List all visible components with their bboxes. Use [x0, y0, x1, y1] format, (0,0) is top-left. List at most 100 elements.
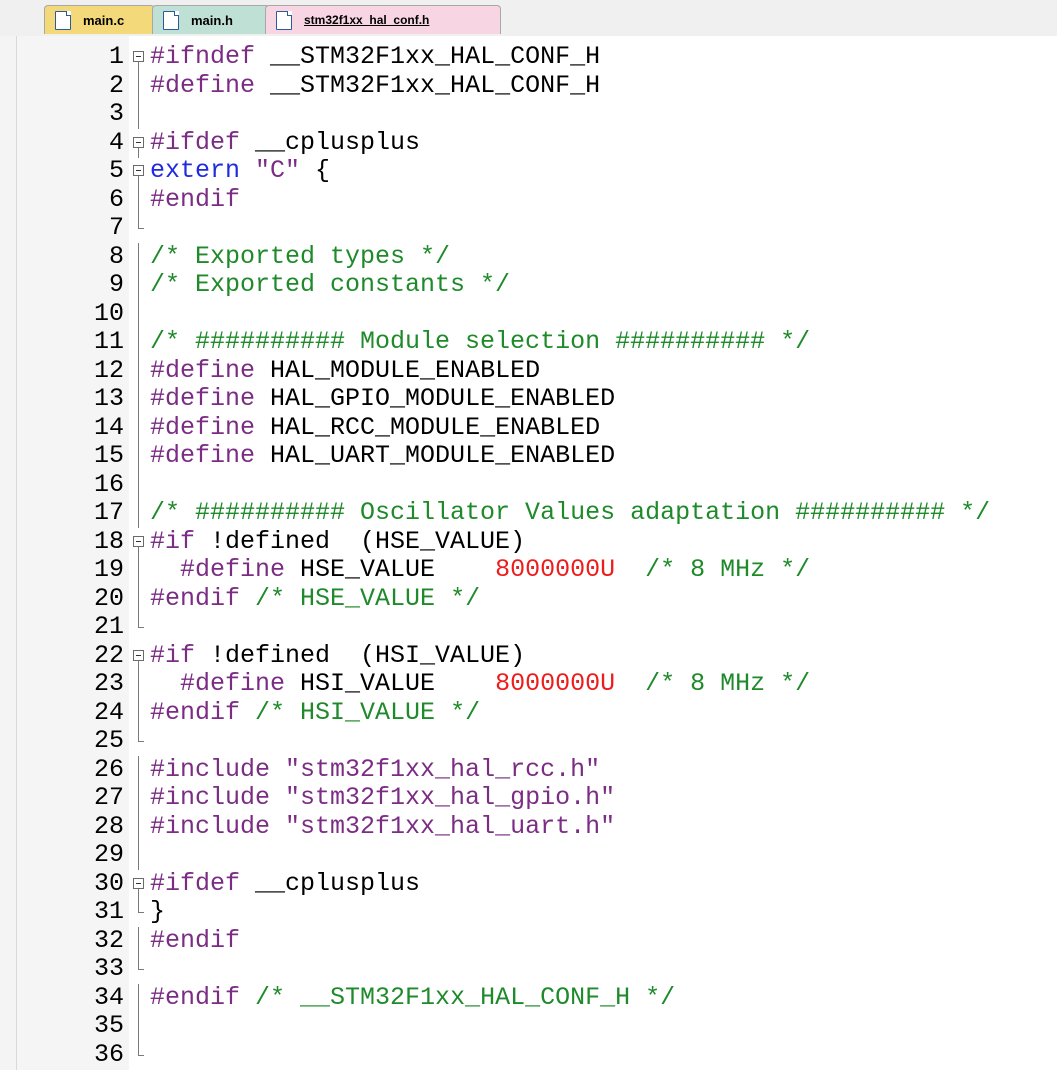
line-number: 30 — [93, 868, 124, 898]
code-text: #include "stm32f1xx_hal_uart.h" — [150, 811, 615, 842]
line-number: 35 — [93, 1011, 124, 1040]
code-line[interactable]: 11 /* ########## Module selection #######… — [17, 327, 1057, 357]
code-line[interactable]: 25 — [17, 726, 1057, 756]
fold-end-marker — [132, 214, 146, 243]
code-line[interactable]: 14 #define HAL_RCC_MODULE_ENABLED — [17, 412, 1057, 443]
code-line[interactable]: 24 #endif /* HSI_VALUE */ — [17, 697, 1057, 728]
fold-end-marker — [132, 898, 146, 927]
code-token: #define — [150, 355, 271, 385]
tab-main-h[interactable]: main.h — [152, 5, 270, 34]
line-number: 11 — [93, 327, 124, 356]
code-line[interactable]: 7 — [17, 213, 1057, 243]
code-line[interactable]: 34 #endif /* __STM32F1xx_HAL_CONF_H */ — [17, 982, 1057, 1012]
code-line[interactable]: 13 #define HAL_GPIO_MODULE_ENABLED — [17, 384, 1057, 414]
code-text: #define HAL_GPIO_MODULE_ENABLED — [150, 384, 615, 414]
file-icon — [276, 10, 292, 30]
code-line[interactable]: 18 #if !defined (HSE_VALUE) — [17, 527, 1057, 557]
code-line[interactable]: 21 — [17, 612, 1057, 642]
code-token: __cplusplus — [255, 868, 421, 898]
code-token: #include — [150, 754, 286, 784]
file-icon — [163, 10, 179, 30]
code-line[interactable]: 5 extern "C" { — [17, 156, 1057, 186]
code-line[interactable]: 16 — [17, 470, 1057, 499]
code-token: HAL_UART_MODULE_ENABLED — [270, 441, 616, 470]
code-line[interactable]: 28 #include "stm32f1xx_hal_uart.h" — [17, 811, 1057, 842]
fold-guide-line — [132, 470, 146, 499]
code-line[interactable]: 2 #define __STM32F1xx_HAL_CONF_H — [17, 70, 1057, 100]
code-editor[interactable]: 1 #ifndef __STM32F1xx_HAL_CONF_H 2 #define … — [17, 36, 1057, 1070]
code-line[interactable]: 6 #endif — [17, 185, 1057, 214]
code-text: #define HAL_RCC_MODULE_ENABLED — [150, 412, 601, 443]
code-text: #endif — [150, 926, 240, 956]
code-token: /* __STM32F1xx_HAL_CONF_H */ — [255, 982, 676, 1012]
code-line[interactable]: 3 — [17, 99, 1057, 129]
fold-toggle-icon[interactable] — [132, 642, 146, 671]
code-token: 8000000U — [495, 669, 616, 698]
code-line[interactable]: 30 #ifdef __cplusplus — [17, 868, 1057, 899]
code-token: 8000000U — [495, 555, 616, 584]
code-text: #include "stm32f1xx_hal_rcc.h" — [150, 754, 600, 785]
code-token: "stm32f1xx_hal_gpio.h" — [285, 783, 616, 812]
fold-toggle-icon[interactable] — [132, 870, 146, 899]
fold-toggle-icon[interactable] — [132, 43, 146, 72]
code-line[interactable]: 4 #ifdef __cplusplus — [17, 128, 1057, 158]
code-token: /* HSI_VALUE */ — [255, 697, 481, 727]
line-number: 20 — [93, 583, 124, 613]
code-token: extern — [150, 156, 256, 185]
fold-guide-line — [132, 413, 146, 442]
fold-guide-line — [132, 356, 146, 385]
code-token: #define — [150, 70, 271, 100]
code-line[interactable]: 32 #endif — [17, 926, 1057, 956]
code-line[interactable]: 23 #define HSI_VALUE 8000000U /* 8 MHz *… — [17, 669, 1057, 699]
code-token: HAL_RCC_MODULE_ENABLED — [270, 412, 601, 442]
code-text: #define HSE_VALUE 8000000U /* 8 MHz */ — [150, 555, 810, 585]
code-line[interactable]: 17 /* ########## Oscillator Values adapta… — [17, 498, 1057, 528]
fold-guide-line — [132, 584, 146, 613]
fold-guide-line — [132, 755, 146, 784]
code-line[interactable]: 33 — [17, 954, 1057, 984]
code-line[interactable]: 19 #define HSE_VALUE 8000000U /* 8 MHz *… — [17, 555, 1057, 585]
line-number: 13 — [93, 384, 124, 413]
code-text: #include "stm32f1xx_hal_gpio.h" — [150, 783, 616, 813]
fold-guide-line — [132, 983, 146, 1012]
fold-guide-line — [132, 442, 146, 471]
code-line[interactable]: 22 #if !defined (HSI_VALUE) — [17, 641, 1057, 671]
code-token: #endif — [150, 982, 256, 1012]
fold-guide-line — [132, 499, 146, 528]
fold-guide-line — [132, 926, 146, 955]
code-text: #define HAL_MODULE_ENABLED — [150, 355, 541, 386]
code-token: /* Exported types */ — [150, 241, 451, 271]
code-line[interactable]: 35 — [17, 1011, 1057, 1041]
code-line[interactable]: 36 — [17, 1039, 1057, 1070]
fold-toggle-icon[interactable] — [132, 129, 146, 158]
code-token: #include — [150, 783, 286, 812]
code-line[interactable]: 27 #include "stm32f1xx_hal_gpio.h" — [17, 783, 1057, 813]
code-line[interactable]: 8 /* Exported types */ — [17, 241, 1057, 271]
line-number: 9 — [108, 270, 124, 299]
fold-guide-line — [132, 698, 146, 727]
code-line[interactable]: 9 /* Exported constants */ — [17, 270, 1057, 300]
code-line[interactable]: 20 #endif /* HSE_VALUE */ — [17, 583, 1057, 613]
code-token: #include — [150, 811, 286, 841]
fold-guide-line — [132, 784, 146, 813]
code-line[interactable]: 10 — [17, 299, 1057, 328]
code-line[interactable]: 12 #define HAL_MODULE_ENABLED — [17, 355, 1057, 386]
code-token: HAL_MODULE_ENABLED — [270, 355, 541, 385]
code-line[interactable]: 31} — [17, 897, 1057, 927]
fold-toggle-icon[interactable] — [132, 157, 146, 186]
code-text: #endif /* HSI_VALUE */ — [150, 697, 481, 728]
fold-end-marker — [132, 727, 146, 756]
code-text: #define HAL_UART_MODULE_ENABLED — [150, 441, 616, 471]
code-token: #define — [150, 384, 271, 413]
fold-guide-line — [132, 328, 146, 357]
code-line[interactable]: 1 #ifndef __STM32F1xx_HAL_CONF_H — [17, 42, 1057, 72]
line-number: 7 — [108, 213, 124, 242]
tab-main-c[interactable]: main.c — [44, 5, 155, 34]
code-line[interactable]: 15 #define HAL_UART_MODULE_ENABLED — [17, 441, 1057, 471]
tab-stm32f1xx-hal-conf-h[interactable]: stm32f1xx_hal_conf.h — [265, 5, 501, 34]
code-line[interactable]: 29 — [17, 840, 1057, 870]
fold-guide-line — [132, 271, 146, 300]
line-number: 36 — [93, 1039, 124, 1069]
code-line[interactable]: 26 #include "stm32f1xx_hal_rcc.h" — [17, 754, 1057, 785]
fold-toggle-icon[interactable] — [132, 528, 146, 557]
